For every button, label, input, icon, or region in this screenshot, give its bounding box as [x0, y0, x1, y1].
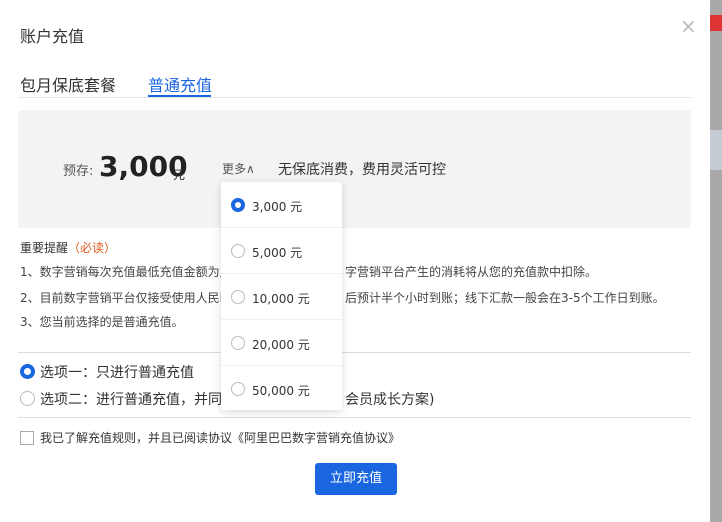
- option-two-label-tail: 会员成长方案): [345, 392, 435, 408]
- notes-heading-text: 重要提醒: [20, 241, 69, 255]
- amount-option[interactable]: 50,000 元: [221, 366, 342, 412]
- amount-option[interactable]: 3,000 元: [221, 182, 342, 228]
- note-2-tail: 后预计半个小时到账；线下汇款一般会在3-5个工作日到账。: [345, 291, 665, 305]
- deposit-slogan: 无保底消费，费用灵活可控: [278, 162, 446, 178]
- amount-option[interactable]: 10,000 元: [221, 274, 342, 320]
- radio-icon: [231, 244, 245, 258]
- note-2: 2、目前数字营销平台仅接受使用人民i: [20, 291, 223, 305]
- modal-title: 账户充值: [20, 27, 85, 46]
- recharge-modal: 账户充值 × 包月保底套餐 普通充值 预存: 3,000 元 更多∧ 无保底消费…: [0, 0, 710, 522]
- agreement-label: 我已了解充值规则，并且已阅读协议《阿里巴巴数字营销充值协议》: [40, 431, 401, 445]
- notes-heading: 重要提醒（必读）: [20, 239, 116, 256]
- radio-icon: [231, 382, 245, 396]
- note-1: 1、数字营销每次充值最低充值金额为人: [20, 265, 232, 279]
- option-two-label: 选项二：进行普通充值，并同: [40, 392, 222, 408]
- note-3: 3、您当前选择的是普通充值。: [20, 315, 184, 329]
- deposit-unit: 元: [173, 168, 186, 182]
- option-two-radio[interactable]: 选项二：进行普通充值，并同: [20, 389, 222, 409]
- tab-normal-recharge[interactable]: 普通充值: [148, 72, 212, 96]
- amount-option-label: 3,000 元: [252, 200, 303, 214]
- option-one-label: 选项一：只进行普通充值: [40, 365, 194, 381]
- active-tab-indicator: [148, 95, 211, 97]
- background-page: [710, 0, 722, 522]
- radio-icon: [231, 290, 245, 304]
- amount-dropdown: 3,000 元 5,000 元 10,000 元 20,000 元 50,000…: [221, 182, 342, 410]
- more-amounts-toggle[interactable]: 更多∧: [222, 160, 255, 177]
- tab-divider: [18, 97, 691, 98]
- option-one-radio[interactable]: 选项一：只进行普通充值: [20, 362, 194, 382]
- radio-icon: [20, 391, 35, 406]
- radio-checked-icon: [20, 364, 35, 379]
- amount-option[interactable]: 20,000 元: [221, 320, 342, 366]
- tab-monthly-package[interactable]: 包月保底套餐: [20, 72, 116, 96]
- radio-icon: [231, 336, 245, 350]
- divider: [18, 417, 691, 418]
- amount-option-label: 10,000 元: [252, 292, 310, 306]
- amount-option-label: 50,000 元: [252, 384, 310, 398]
- note-1-tail: 字营销平台产生的消耗将从您的充值款中扣除。: [345, 265, 598, 279]
- amount-option-label: 5,000 元: [252, 246, 303, 260]
- amount-option-label: 20,000 元: [252, 338, 310, 352]
- checkbox-icon: [20, 431, 34, 445]
- divider: [18, 352, 691, 353]
- radio-checked-icon: [231, 198, 245, 212]
- deposit-label: 预存:: [63, 164, 94, 179]
- agreement-checkbox[interactable]: 我已了解充值规则，并且已阅读协议《阿里巴巴数字营销充值协议》: [20, 429, 400, 446]
- amount-option[interactable]: 5,000 元: [221, 228, 342, 274]
- submit-recharge-button[interactable]: 立即充值: [315, 463, 397, 495]
- close-icon[interactable]: ×: [680, 14, 697, 38]
- notes-required: （必读）: [68, 241, 117, 255]
